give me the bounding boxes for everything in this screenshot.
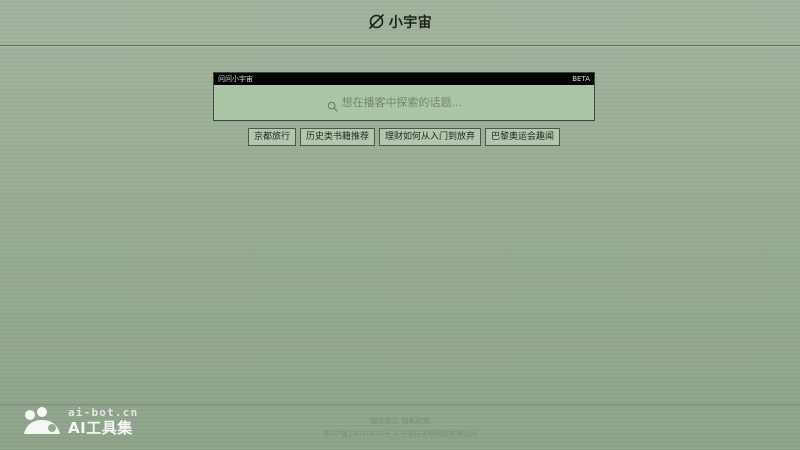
watermark-domain: ai-bot.cn <box>68 405 139 419</box>
app-logo[interactable]: 小宇宙 <box>368 12 433 32</box>
bot-logo-icon <box>22 406 62 436</box>
watermark: ai-bot.cn AI工具集 <box>22 404 138 438</box>
suggestion-chip[interactable]: 理财如何从入门到放弃 <box>379 128 482 146</box>
search-icon <box>327 97 338 112</box>
terms-link[interactable]: 服务协议 <box>371 417 399 425</box>
suggestion-list: 京都旅行 历史类书籍推荐 理财如何从入门到放弃 巴黎奥运会趣闻 <box>248 128 561 146</box>
suggestion-chip[interactable]: 京都旅行 <box>248 128 297 146</box>
suggestion-chip[interactable]: 历史类书籍推荐 <box>300 128 376 146</box>
watermark-name: AI工具集 <box>68 418 133 437</box>
logo-text: 小宇宙 <box>388 14 433 31</box>
beta-badge: BETA <box>572 75 590 83</box>
search-panel-title: 问问小宇宙 <box>218 75 253 83</box>
suggestion-chip[interactable]: 巴黎奥运会趣闻 <box>485 128 561 146</box>
search-input[interactable] <box>341 96 482 109</box>
search-row[interactable] <box>214 85 594 120</box>
planet-icon <box>368 13 385 30</box>
search-panel-bar: 问问小宇宙 BETA <box>214 73 594 85</box>
search-panel: 问问小宇宙 BETA <box>213 72 595 121</box>
top-header: 小宇宙 <box>0 0 800 46</box>
privacy-link[interactable]: 隐私政策 <box>402 417 430 425</box>
